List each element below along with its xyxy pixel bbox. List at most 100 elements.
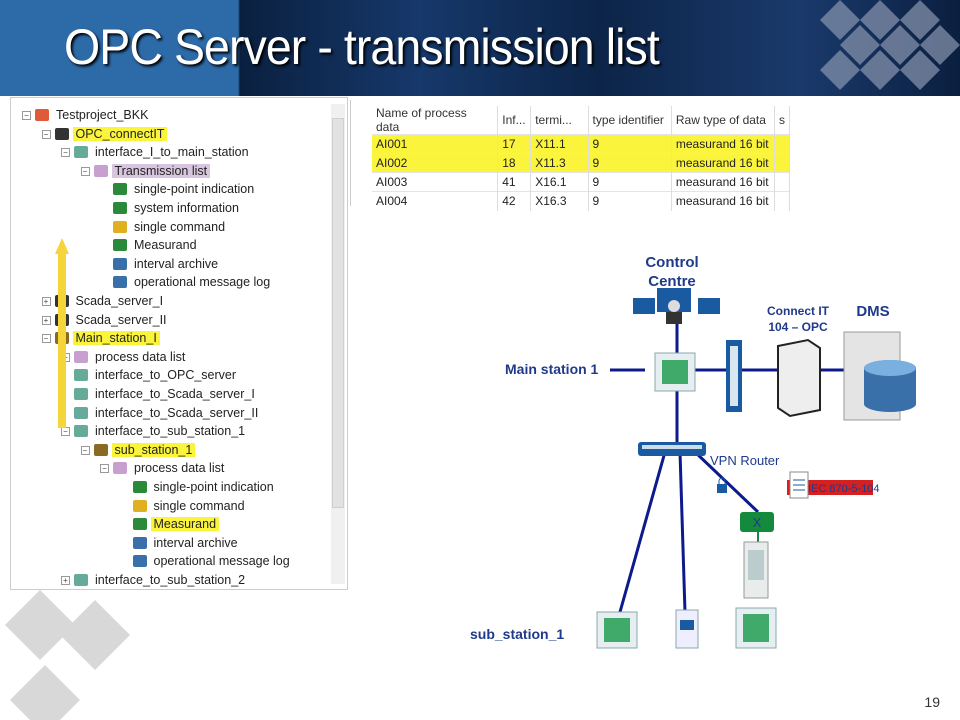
tree-item[interactable]: system information [113,199,242,217]
tree-item[interactable]: − interface_I_to_main_station [61,143,252,161]
project-icon [35,109,49,121]
diamond-pattern-logo [820,0,960,90]
tree-item[interactable]: + interface_to_sub_station_2 [61,571,248,589]
tree-item-label: Testproject_BKK [56,108,149,122]
table-cell: 41 [497,172,532,192]
measurand-icon [132,518,147,531]
tree-item-label: sub_station_1 [111,442,196,457]
connect-it-label: Connect IT [767,304,830,318]
measurand-icon [113,239,127,252]
slide-header: OPC Server - transmission list [0,0,960,96]
interface-icon [74,425,88,438]
tree-scrollbar[interactable] [331,104,345,584]
protocol-label: IEC 870-5-104 [808,483,880,495]
tree-item-label: OPC_connectIT [72,126,168,141]
tree-item[interactable]: single-point indication [113,180,257,198]
table-cell: measurand 16 bit [671,172,775,192]
tree-item[interactable]: − Transmission list [80,162,211,180]
tree-item[interactable]: − OPC_connectIT [41,125,168,143]
computer-icon [54,127,69,140]
tree-item[interactable]: interval archive [132,534,241,552]
table-cell: 9 [588,191,672,211]
table-cell: 42 [497,191,532,211]
column-header[interactable]: Inf... [497,106,532,135]
vpn-router-label: VPN Router [710,453,780,468]
sub-station-label: sub_station_1 [470,626,564,642]
tree-item[interactable]: single-point indication [132,478,277,496]
main-station-rack-icon [654,352,696,392]
collapse-icon[interactable]: − [61,427,70,437]
switch-device-icon [743,541,769,599]
tree-item-label: Measurand [150,517,220,532]
tree-item-label: single-point indication [153,480,274,494]
tree-item-label: single command [153,498,245,513]
tree-item[interactable]: interval archive [113,255,221,273]
tree-item-label: interface_to_sub_station_2 [95,573,246,587]
collapse-icon[interactable]: − [22,111,31,120]
collapse-icon[interactable]: − [100,464,109,474]
scrollbar-thumb[interactable] [332,118,344,508]
expand-icon[interactable]: + [41,315,51,325]
tree-item[interactable]: − Main_station_I [41,329,160,347]
table-row[interactable]: AI004 42 X16.3 9 measurand 16 bit [372,191,791,211]
table-row[interactable]: AI001 17 X11.1 9 measurand 16 bit [372,134,791,154]
table-cell: 9 [588,172,672,192]
tree-item-label: interface_to_Scada_server_I [95,387,255,401]
tree-item[interactable]: +process data list [61,348,188,366]
tree-item[interactable]: + Scada_server_I [41,292,167,310]
background-diamond-decoration [5,590,130,720]
tree-item[interactable]: Measurand [113,236,200,254]
main-station-label: Main station 1 [505,361,599,377]
archive-icon [132,536,147,549]
tree-item[interactable]: interface_to_Scada_server_II [74,404,261,422]
sub-station-rack-icon-3 [735,607,777,649]
column-header[interactable]: termi... [530,106,589,135]
collapse-icon[interactable]: − [80,445,90,455]
table-row[interactable]: AI002 18 X11.3 9 measurand 16 bit [372,153,791,173]
tree-item-label: process data list [134,461,225,476]
tree-item-label: single-point indication [134,182,255,197]
message-log-icon [132,555,147,568]
slide-title: OPC Server - transmission list [64,19,660,75]
column-header[interactable]: s [774,106,791,135]
tree-item-label: interval archive [153,535,238,550]
tree-item[interactable]: − interface_to_sub_station_1 [61,422,248,440]
tree-item-label: operational message log [153,554,290,569]
table-row[interactable]: AI003 41 X16.1 9 measurand 16 bit [372,172,791,192]
folder-list-icon [74,350,88,363]
tree-item-label: interface_to_sub_station_1 [95,424,246,439]
control-centre-label-2: Centre [648,273,696,290]
column-header[interactable]: type identifier [588,106,672,135]
collapse-icon[interactable]: − [61,148,70,158]
column-header[interactable]: Name of process data [372,106,499,135]
table-cell: 9 [588,153,672,173]
tree-item[interactable]: + Scada_server_II [41,311,170,329]
single-point-icon [132,481,147,493]
tree-item-label: interface_I_to_main_station [95,145,249,160]
collapse-icon[interactable]: − [41,334,51,344]
project-tree: − Testproject_BKK − OPC_connectIT − interface… [10,97,348,590]
expand-icon[interactable]: + [41,297,51,306]
expand-icon[interactable]: + [61,576,70,585]
tree-item[interactable]: − Testproject_BKK [22,106,151,124]
collapse-icon[interactable]: − [41,129,51,139]
tree-item[interactable]: Measurand [132,515,220,533]
tree-item[interactable]: − process data list [100,459,227,477]
tree-item-label: single command [134,219,226,234]
tree-item[interactable]: interface_to_Scada_server_I [74,385,258,403]
table-cell: AI001 [372,134,499,154]
connect-it-label-2: 104 – OPC [768,320,828,334]
control-centre-monitors-icon [633,288,720,324]
column-header[interactable]: Raw type of data [671,106,775,135]
tree-item[interactable]: single command [113,218,228,236]
tree-item[interactable]: operational message log [113,273,273,291]
tree-item[interactable]: − sub_station_1 [80,441,196,459]
tree-item[interactable]: operational message log [132,552,293,570]
tree-item[interactable]: single command [132,497,248,515]
tree-item[interactable]: interface_to_OPC_server [74,366,239,384]
collapse-icon[interactable]: − [80,166,90,176]
opc-server-icon [777,338,821,418]
table-cell: measurand 16 bit [671,191,775,211]
message-log-icon [113,276,127,289]
interface-icon [74,369,88,382]
